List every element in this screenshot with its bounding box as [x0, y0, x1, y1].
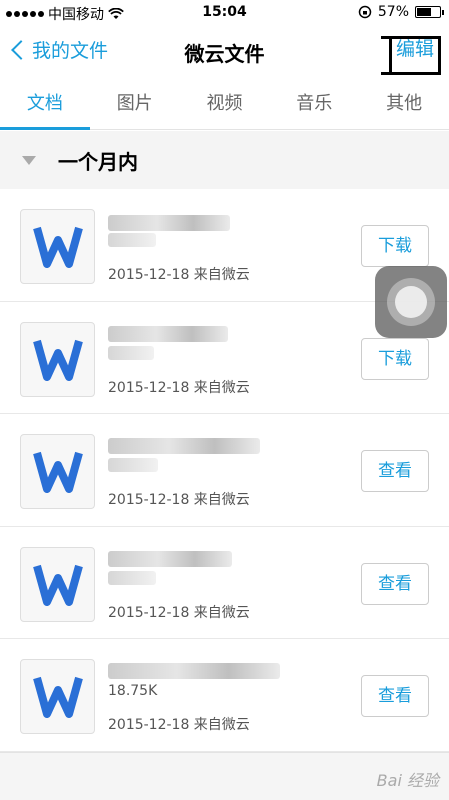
download-button[interactable]: 下载	[361, 337, 429, 380]
redacted-filename	[108, 550, 232, 567]
download-button[interactable]: 下载	[361, 225, 429, 267]
redacted-size	[108, 570, 156, 585]
redacted-filename	[108, 438, 260, 454]
view-button[interactable]: 查看	[361, 450, 429, 492]
battery-percent: 57%	[377, 4, 409, 20]
file-date: 2015-12-18 来自微云	[108, 604, 250, 621]
word-doc-icon	[20, 321, 95, 397]
file-row[interactable]: 18.75K 2015-12-18 来自微云 查看	[0, 639, 449, 752]
watermark-logo: Bai 经验	[376, 771, 439, 790]
tab-other[interactable]: 其他	[359, 82, 449, 129]
redacted-size	[108, 458, 158, 472]
edit-highlight-frame-bottom	[381, 72, 441, 75]
file-row[interactable]: 2015-12-18 来自微云 查看	[0, 527, 449, 639]
file-size: 18.75K	[108, 683, 158, 699]
nav-bar: 我的文件 微云文件	[0, 26, 449, 76]
battery-icon	[415, 6, 444, 18]
tab-documents[interactable]: 文档	[0, 82, 90, 130]
status-right: 57%	[358, 4, 444, 20]
tab-images[interactable]: 图片	[90, 82, 180, 129]
file-row[interactable]: 2015-12-18 来自微云 查看	[0, 414, 449, 527]
file-date: 2015-12-18 来自微云	[108, 379, 250, 396]
word-doc-icon	[20, 659, 95, 734]
word-doc-icon	[20, 434, 95, 509]
section-header[interactable]: 一个月内	[0, 131, 449, 189]
word-doc-icon	[20, 209, 95, 284]
section-title: 一个月内	[58, 149, 138, 174]
rotation-lock-icon	[358, 5, 372, 19]
tab-music[interactable]: 音乐	[269, 82, 359, 129]
redacted-filename	[108, 215, 230, 231]
file-date: 2015-12-18 来自微云	[108, 492, 250, 508]
view-button[interactable]: 查看	[361, 562, 429, 605]
file-date: 2015-12-18 来自微云	[108, 267, 250, 283]
page-title: 微云文件	[184, 42, 265, 66]
redacted-size	[108, 345, 154, 360]
status-bar: 中国移动 15:04 57%	[0, 0, 449, 26]
bottom-bar: Bai 经验	[0, 752, 449, 800]
redacted-filename	[108, 663, 280, 679]
battery-fill	[417, 8, 431, 16]
edit-button[interactable]: 编辑	[388, 36, 441, 74]
assistive-ring	[387, 278, 435, 326]
triangle-down-icon	[22, 155, 36, 165]
assistive-touch-icon[interactable]	[375, 266, 447, 338]
tab-videos[interactable]: 视频	[180, 82, 270, 129]
word-doc-icon	[20, 546, 95, 622]
file-date: 2015-12-18 来自微云	[108, 717, 250, 733]
redacted-filename	[108, 325, 228, 342]
redacted-size	[108, 233, 156, 247]
assistive-inner	[395, 286, 427, 318]
tab-bar: 文档 图片 视频 音乐 其他	[0, 82, 449, 130]
view-button[interactable]: 查看	[361, 675, 429, 717]
